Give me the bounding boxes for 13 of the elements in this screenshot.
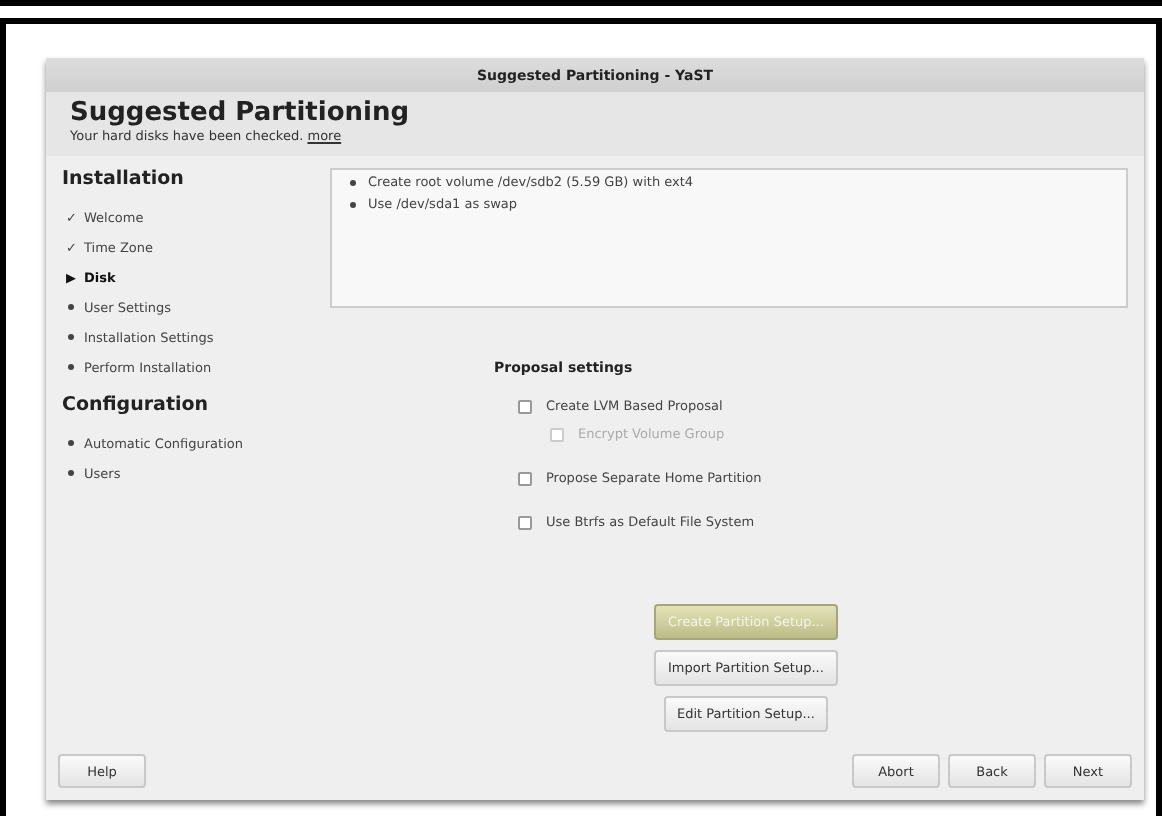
bullet-icon: [68, 304, 74, 310]
section-heading: Installation: [62, 168, 186, 190]
bullet-icon: [68, 440, 74, 446]
bullet-icon: [350, 201, 356, 207]
checkbox[interactable]: [518, 471, 532, 485]
bullet-icon: [350, 179, 356, 185]
checkbox[interactable]: [518, 515, 532, 529]
page-title: Suggested Partitioning: [70, 98, 412, 128]
checkbox[interactable]: [518, 399, 532, 413]
bullet-icon: [68, 470, 74, 476]
bullet-icon: [68, 334, 74, 340]
section-heading: Configuration: [62, 394, 211, 416]
bullet-icon: [68, 364, 74, 370]
